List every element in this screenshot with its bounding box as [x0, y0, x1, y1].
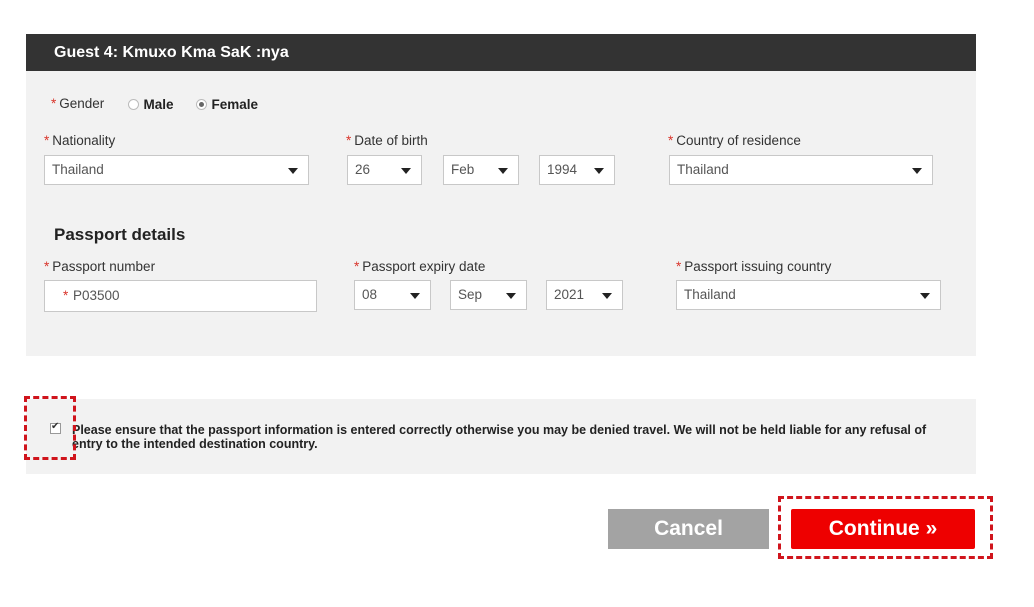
passport-expiry-label: Passport expiry date [362, 259, 486, 274]
dob-month-select[interactable]: Feb [443, 155, 519, 185]
dob-month-value: Feb [451, 162, 475, 177]
nationality-label-wrap: * Nationality [44, 133, 115, 148]
residence-value: Thailand [677, 162, 729, 177]
nationality-label: Nationality [52, 133, 116, 148]
female-label: Female [211, 97, 258, 112]
passport-issuing-label-wrap: * Passport issuing country [676, 259, 831, 274]
passport-number-label: Passport number [52, 259, 156, 274]
passport-expiry-label-wrap: * Passport expiry date [354, 259, 485, 274]
issuing-country-value: Thailand [684, 287, 736, 302]
male-label: Male [143, 97, 174, 112]
checkbox-highlight [24, 396, 76, 460]
residence-select[interactable]: Thailand [669, 155, 933, 185]
passport-number-input[interactable]: * P03500 [44, 280, 317, 312]
chevron-down-icon [594, 168, 604, 174]
female-radio[interactable] [196, 99, 207, 110]
required-marker: * [354, 259, 360, 274]
dob-day-value: 26 [355, 162, 371, 177]
dob-year-value: 1994 [547, 162, 578, 177]
required-marker: * [51, 96, 57, 111]
passport-expiry-day-select[interactable]: 08 [354, 280, 431, 310]
gender-female-option[interactable]: Female [196, 96, 258, 114]
chevron-down-icon [920, 293, 930, 299]
required-marker: * [63, 288, 69, 303]
dob-day-select[interactable]: 26 [347, 155, 422, 185]
male-radio[interactable] [128, 99, 139, 110]
cancel-button[interactable]: Cancel [608, 509, 769, 549]
chevron-down-icon [410, 293, 420, 299]
expiry-month-value: Sep [458, 287, 483, 302]
residence-label-wrap: * Country of residence [668, 133, 801, 148]
chevron-down-icon [288, 168, 298, 174]
passport-issuing-label: Passport issuing country [684, 259, 832, 274]
required-marker: * [44, 259, 50, 274]
gender-label: Gender [59, 96, 105, 111]
passport-number-value: P03500 [73, 288, 120, 303]
expiry-day-value: 08 [362, 287, 378, 302]
nationality-select[interactable]: Thailand [44, 155, 309, 185]
gender-label-wrap: * Gender [51, 96, 104, 111]
guest-panel: Guest 4: Kmuxo Kma SaK :nya * Gender Male… [26, 34, 976, 356]
chevron-down-icon [506, 293, 516, 299]
chevron-down-icon [401, 168, 411, 174]
nationality-value: Thailand [52, 162, 104, 177]
chevron-down-icon [912, 168, 922, 174]
passport-expiry-year-select[interactable]: 2021 [546, 280, 623, 310]
chevron-down-icon [498, 168, 508, 174]
residence-label: Country of residence [676, 133, 801, 148]
passport-number-label-wrap: * Passport number [44, 259, 155, 274]
expiry-year-value: 2021 [554, 287, 585, 302]
continue-highlight [778, 496, 993, 559]
required-marker: * [668, 133, 674, 148]
passport-issuing-select[interactable]: Thailand [676, 280, 941, 310]
dob-label-wrap: * Date of birth [346, 133, 428, 148]
required-marker: * [346, 133, 352, 148]
required-marker: * [676, 259, 682, 274]
gender-male-option[interactable]: Male [128, 96, 173, 114]
passport-section-title: Passport details [54, 225, 186, 244]
guest-header: Guest 4: Kmuxo Kma SaK :nya [26, 34, 976, 71]
chevron-down-icon [602, 293, 612, 299]
dob-year-select[interactable]: 1994 [539, 155, 615, 185]
required-marker: * [44, 133, 50, 148]
dob-label: Date of birth [354, 133, 428, 148]
passport-expiry-month-select[interactable]: Sep [450, 280, 527, 310]
consent-text: Please ensure that the passport informat… [72, 423, 927, 451]
